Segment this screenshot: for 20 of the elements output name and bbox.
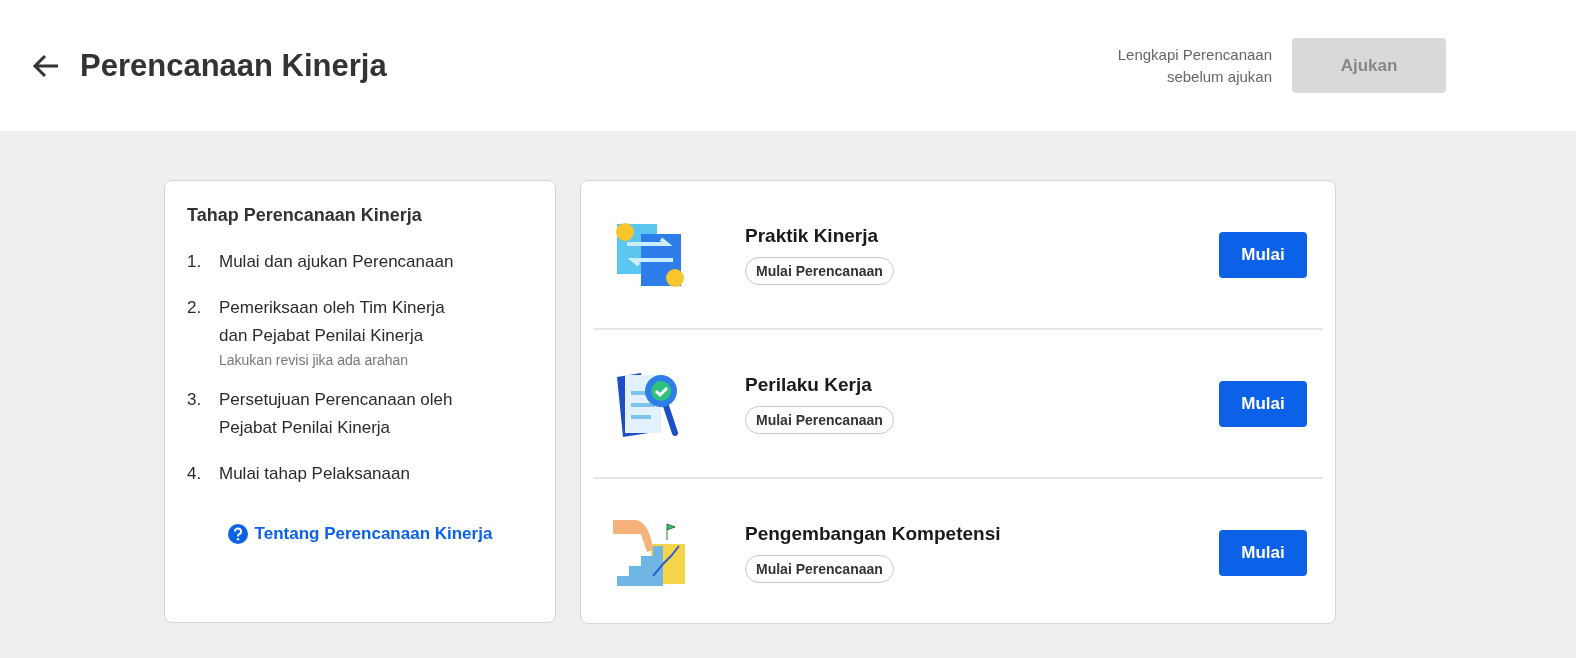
step-number: 4. [187,463,203,485]
page-title: Perencanaan Kinerja [80,47,388,84]
step-text: Pemeriksaan oleh Tim Kinerja dan Pejabat Penilai Kinerja [219,297,445,347]
help-icon [227,524,248,544]
section-title: Praktik Kinerja [745,224,880,247]
step-number: 1. [187,251,203,273]
about-link[interactable]: Tentang Perencanaan Kinerja [254,524,493,544]
step-hint: Lakukan revisi jika ada arahan [219,352,410,368]
step-number: 2. [187,297,203,319]
section-title: Pengembangan Kompetensi [745,522,1002,545]
step-text: Mulai dan ajukan Perencanaan [219,251,454,273]
step-text: Persetujuan Perencanaan oleh Pejabat Penilai Kinerja [219,389,453,439]
stages-title: Tahap Perencanaan Kinerja [187,205,423,226]
submit-hint: Lengkapi Perencanaan sebelum ajukan [1117,44,1272,87]
start-button[interactable]: Mulai [1219,529,1307,576]
section-title: Perilaku Kerja [745,373,873,396]
step-text: Mulai tahap Pelaksanaan [219,463,410,485]
step-number: 3. [187,389,203,411]
start-button[interactable]: Mulai [1219,380,1307,427]
start-button[interactable]: Mulai [1219,231,1307,278]
